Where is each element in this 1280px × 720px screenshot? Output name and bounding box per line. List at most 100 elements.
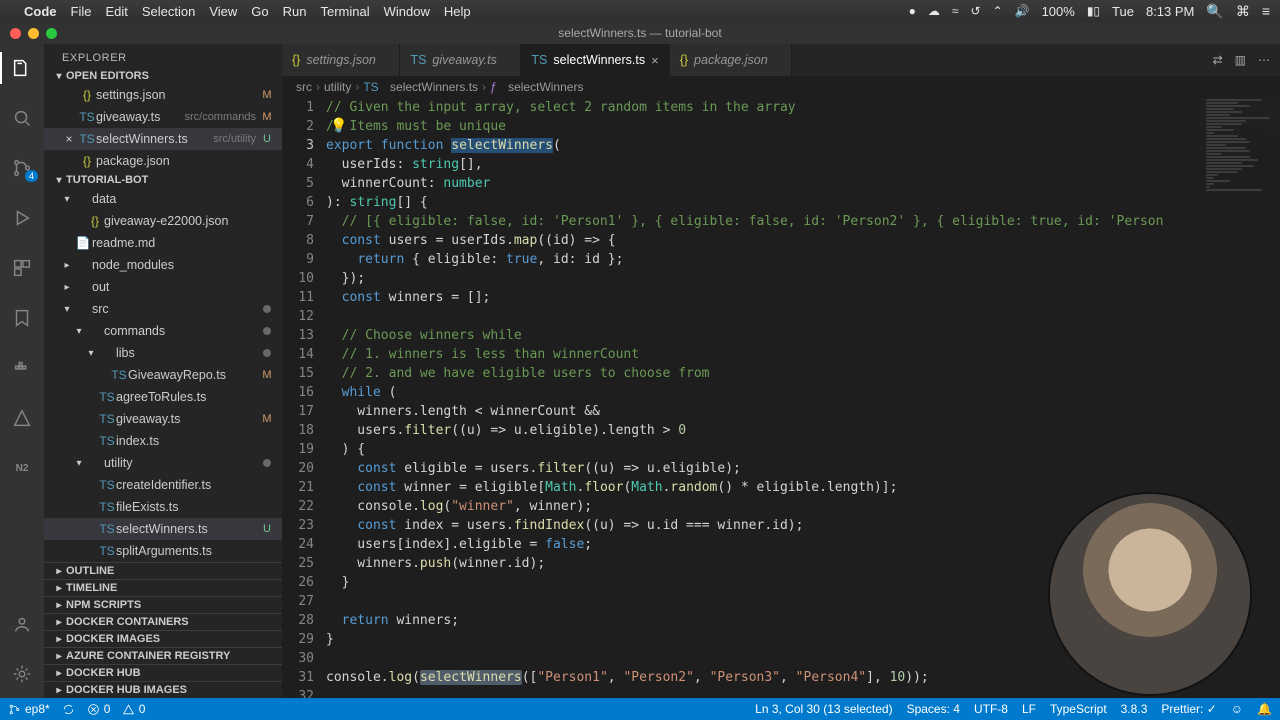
chevron-icon[interactable]: ▸ [60, 282, 74, 293]
chevron-icon[interactable]: ▾ [60, 194, 74, 205]
close-tab-icon[interactable]: × [651, 53, 659, 68]
collapsed-section[interactable]: ▸DOCKER HUB IMAGES [44, 681, 282, 698]
tree-file[interactable]: {}giveaway-e22000.json [44, 210, 282, 232]
collapsed-section[interactable]: ▸OUTLINE [44, 562, 282, 579]
menu-run[interactable]: Run [283, 4, 307, 19]
tree-file[interactable]: 📄readme.md [44, 232, 282, 254]
notifications-icon[interactable]: ≡ [1262, 3, 1270, 19]
collapsed-section[interactable]: ▸AZURE CONTAINER REGISTRY [44, 647, 282, 664]
activity-docker[interactable] [0, 352, 44, 384]
status-indent[interactable]: Spaces: 4 [907, 702, 960, 716]
status-problems[interactable]: 0 0 [87, 702, 146, 716]
status-docker-icon[interactable]: ≈ [952, 4, 959, 18]
tree-file[interactable]: TSGiveawayRepo.tsM [44, 364, 282, 386]
chevron-icon[interactable]: ▾ [60, 304, 74, 315]
activity-explorer[interactable] [0, 52, 44, 84]
menu-help[interactable]: Help [444, 4, 471, 19]
spotlight-icon[interactable]: 🔍 [1206, 3, 1223, 20]
status-prettier[interactable]: Prettier: ✓ [1161, 702, 1216, 716]
control-center-icon[interactable]: ⌘ [1236, 3, 1250, 20]
json-icon: {} [78, 88, 96, 102]
status-ts-version[interactable]: 3.8.3 [1121, 702, 1148, 716]
line-gutter[interactable]: 1234567891011121314151617181920212223242… [282, 98, 326, 698]
close-window-button[interactable] [10, 28, 21, 39]
status-encoding[interactable]: UTF-8 [974, 702, 1008, 716]
collapsed-section[interactable]: ▸DOCKER CONTAINERS [44, 613, 282, 630]
open-editors-header[interactable]: ▾OPEN EDITORS [44, 68, 282, 84]
editor-tab[interactable]: TSselectWinners.ts× [521, 44, 669, 76]
tree-folder[interactable]: ▾libs [44, 342, 282, 364]
tab-action-more-icon[interactable]: ⋯ [1258, 53, 1270, 67]
minimize-window-button[interactable] [28, 28, 39, 39]
status-wifi-icon[interactable]: ⌃ [993, 4, 1003, 18]
breadcrumb[interactable]: src› utility› TS selectWinners.ts› ƒ sel… [282, 76, 1280, 98]
open-editor-item[interactable]: {}settings.jsonM [44, 84, 282, 106]
status-sync[interactable] [62, 703, 75, 716]
tree-folder[interactable]: ▸node_modules [44, 254, 282, 276]
activity-azure[interactable] [0, 402, 44, 434]
webcam-overlay[interactable] [1050, 494, 1250, 694]
collapsed-section[interactable]: ▸NPM SCRIPTS [44, 596, 282, 613]
tree-folder[interactable]: ▸out [44, 276, 282, 298]
status-battery-icon[interactable]: ▮▯ [1087, 4, 1100, 18]
status-eol[interactable]: LF [1022, 702, 1036, 716]
tree-file[interactable]: TScreateIdentifier.ts [44, 474, 282, 496]
menu-view[interactable]: View [209, 4, 237, 19]
status-volume-icon[interactable]: 🔊 [1015, 4, 1030, 18]
activity-source-control[interactable]: 4 [0, 152, 44, 184]
menu-edit[interactable]: Edit [105, 4, 127, 19]
editor-tab[interactable]: {}settings.json× [282, 44, 400, 76]
menu-file[interactable]: File [71, 4, 92, 19]
menu-selection[interactable]: Selection [142, 4, 195, 19]
status-feedback-icon[interactable]: ☺ [1231, 702, 1243, 716]
activity-extensions[interactable] [0, 252, 44, 284]
status-cloud-icon[interactable]: ☁︎ [928, 4, 940, 18]
tree-file[interactable]: TSindex.ts [44, 430, 282, 452]
open-editor-item[interactable]: {}package.json [44, 150, 282, 172]
chevron-icon[interactable]: ▾ [72, 326, 86, 337]
tab-action-compare-icon[interactable]: ⇄ [1213, 53, 1223, 67]
tree-folder[interactable]: ▾src [44, 298, 282, 320]
tree-file[interactable]: TSagreeToRules.ts [44, 386, 282, 408]
tab-action-split-icon[interactable]: ▥ [1235, 53, 1246, 67]
tree-folder[interactable]: ▾data [44, 188, 282, 210]
close-icon[interactable]: × [60, 132, 78, 146]
open-editor-item[interactable]: ×TSselectWinners.tssrc/utilityU [44, 128, 282, 150]
status-day[interactable]: Tue [1112, 4, 1134, 19]
chevron-icon[interactable]: ▾ [72, 458, 86, 469]
status-branch[interactable]: ep8* [8, 702, 50, 716]
project-header[interactable]: ▾TUTORIAL-BOT [44, 172, 282, 188]
menu-terminal[interactable]: Terminal [321, 4, 370, 19]
chevron-icon[interactable]: ▾ [84, 348, 98, 359]
activity-bookmarks[interactable] [0, 302, 44, 334]
activity-search[interactable] [0, 102, 44, 134]
tree-folder[interactable]: ▾commands [44, 320, 282, 342]
editor-tab[interactable]: {}package.json× [670, 44, 793, 76]
activity-notes[interactable]: N2 [0, 452, 44, 484]
status-bell-icon[interactable]: 🔔 [1257, 702, 1272, 716]
tree-file[interactable]: TSselectWinners.tsU [44, 518, 282, 540]
tree-file[interactable]: TSfileExists.ts [44, 496, 282, 518]
zoom-window-button[interactable] [46, 28, 57, 39]
tree-file[interactable]: TSsplitArguments.ts [44, 540, 282, 562]
collapsed-section[interactable]: ▸TIMELINE [44, 579, 282, 596]
menu-go[interactable]: Go [251, 4, 268, 19]
activity-account[interactable] [0, 608, 44, 640]
status-language[interactable]: TypeScript [1050, 702, 1107, 716]
status-record-icon[interactable]: ● [909, 4, 916, 18]
open-editor-item[interactable]: TSgiveaway.tssrc/commandsM [44, 106, 282, 128]
lightbulb-icon[interactable]: 💡 [330, 117, 347, 134]
activity-settings[interactable] [0, 658, 44, 690]
collapsed-section[interactable]: ▸DOCKER HUB [44, 664, 282, 681]
app-name[interactable]: Code [24, 4, 57, 19]
status-time[interactable]: 8:13 PM [1146, 4, 1194, 19]
collapsed-section[interactable]: ▸DOCKER IMAGES [44, 630, 282, 647]
chevron-icon[interactable]: ▸ [60, 260, 74, 271]
status-cursor[interactable]: Ln 3, Col 30 (13 selected) [755, 702, 892, 716]
status-sync-icon[interactable]: ↺ [971, 4, 981, 18]
tree-file[interactable]: TSgiveaway.tsM [44, 408, 282, 430]
menu-window[interactable]: Window [384, 4, 430, 19]
tree-folder[interactable]: ▾utility [44, 452, 282, 474]
editor-tab[interactable]: TSgiveaway.ts× [400, 44, 521, 76]
activity-run-debug[interactable] [0, 202, 44, 234]
